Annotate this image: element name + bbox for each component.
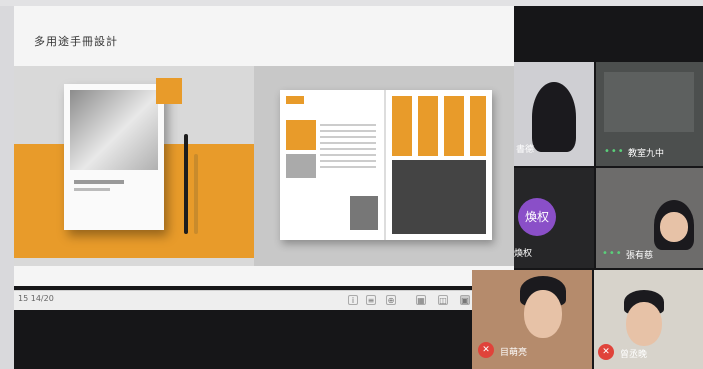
brochure-photo xyxy=(350,196,378,230)
brochure-orange-block xyxy=(286,120,316,150)
cover-logo-tag xyxy=(156,78,182,104)
meeting-screen: 多用途手冊設計 15 14/20 i ≡ ⊕ ▦ ◫ ▣ 書德 ••• 教室九中… xyxy=(0,0,703,369)
speaking-indicator-icon: ••• xyxy=(604,146,625,157)
brochure-tag xyxy=(286,96,304,104)
wood-pencil xyxy=(194,154,198,234)
participant-video xyxy=(660,212,688,242)
participant-video xyxy=(524,290,562,338)
room-wall xyxy=(0,0,14,369)
slide-image xyxy=(14,66,514,266)
participant-tile[interactable]: 煥权 煥权 xyxy=(514,168,594,268)
fit-view-icon[interactable]: ▣ xyxy=(460,295,470,305)
participant-name: 曾丞晚 xyxy=(620,350,648,360)
speaking-indicator-icon: ••• xyxy=(602,248,623,259)
slide-control-bar: 15 14/20 i ≡ ⊕ ▦ ◫ ▣ ⛶ xyxy=(14,290,514,310)
notes-icon[interactable]: ≡ xyxy=(366,295,376,305)
participant-tile[interactable]: ••• 教室九中 xyxy=(596,62,703,166)
avatar: 煥权 xyxy=(518,198,556,236)
open-brochure-mockup xyxy=(280,90,492,240)
brochure-fold xyxy=(384,90,386,240)
participant-tile[interactable]: 書德 xyxy=(514,62,594,166)
brochure-photo xyxy=(286,154,316,178)
participant-video xyxy=(604,72,694,132)
black-pen xyxy=(184,134,188,234)
participant-name: 張有慈 xyxy=(626,251,654,261)
participant-name: 目萌亮 xyxy=(500,348,528,358)
participant-video xyxy=(626,302,662,346)
brochure-icon-grid xyxy=(392,96,486,156)
grid-view-icon[interactable]: ▦ xyxy=(416,295,426,305)
shared-slide: 多用途手冊設計 xyxy=(14,6,514,286)
mic-muted-icon: ✕ xyxy=(478,342,494,358)
slide-title: 多用途手冊設計 xyxy=(34,35,118,48)
participant-video xyxy=(532,82,576,152)
page-counter: 15 14/20 xyxy=(18,294,54,303)
participant-name: 煥权 xyxy=(514,249,533,259)
brochure-cover-mockup xyxy=(64,78,182,230)
cover-text-line xyxy=(74,180,124,184)
participant-tile[interactable]: ✕ 曾丞晚 xyxy=(594,270,703,369)
participant-tile[interactable]: ••• 張有慈 xyxy=(596,168,703,268)
zoom-icon[interactable]: ⊕ xyxy=(386,295,396,305)
split-view-icon[interactable]: ◫ xyxy=(438,295,448,305)
cover-photo xyxy=(70,90,158,170)
cover-text-line xyxy=(74,188,110,191)
participant-tile[interactable]: ✕ 目萌亮 xyxy=(472,270,592,369)
participant-name: 書德 xyxy=(516,145,535,155)
mic-muted-icon: ✕ xyxy=(598,344,614,360)
brochure-text-block xyxy=(320,120,376,170)
info-icon[interactable]: i xyxy=(348,295,358,305)
brochure-dark-panel xyxy=(392,160,486,234)
participant-name: 教室九中 xyxy=(628,149,665,159)
